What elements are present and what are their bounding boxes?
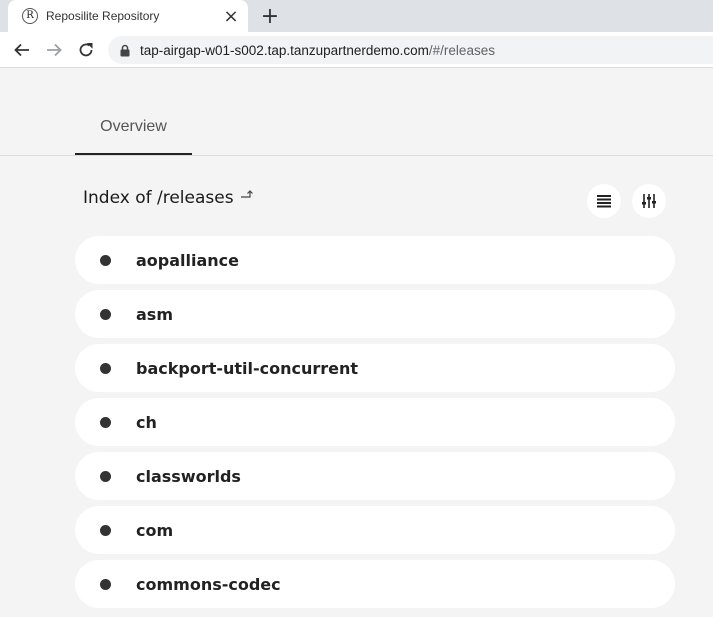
settings-button[interactable] <box>632 184 666 218</box>
url-text: tap-airgap-w01-s002.tap.tanzupartnerdemo… <box>140 43 495 58</box>
arrow-right-icon <box>47 43 62 57</box>
url-path: /#/releases <box>428 42 495 58</box>
list-item[interactable]: ch <box>75 398 675 446</box>
directory-list: aopalliance asm backport-util-concurrent… <box>75 236 675 614</box>
back-button[interactable] <box>9 37 35 63</box>
sliders-icon <box>642 194 656 208</box>
tab-overview[interactable]: Overview <box>75 108 192 155</box>
list-item-name: classworlds <box>136 466 241 486</box>
browser-toolbar: tap-airgap-w01-s002.tap.tanzupartnerdemo… <box>0 32 713 68</box>
app-tab-bar: Overview <box>0 68 713 156</box>
index-title: Index of /releases <box>83 188 254 208</box>
list-view-icon <box>597 195 611 208</box>
browser-tab-title: Reposilite Repository <box>46 9 160 23</box>
list-item-name: aopalliance <box>136 250 240 270</box>
list-item[interactable]: backport-util-concurrent <box>75 344 675 392</box>
directory-bullet-icon <box>100 254 111 266</box>
directory-bullet-icon <box>100 524 111 536</box>
new-tab-icon[interactable]: + <box>258 4 282 29</box>
list-item[interactable]: aopalliance <box>75 236 675 284</box>
reload-icon <box>79 43 93 57</box>
list-item-name: asm <box>136 304 173 324</box>
arrow-left-icon <box>14 43 29 57</box>
close-tab-icon[interactable]: × <box>222 6 240 27</box>
directory-bullet-icon <box>100 416 111 428</box>
reload-button[interactable] <box>73 37 99 63</box>
tab-overview-label: Overview <box>100 118 167 135</box>
directory-bullet-icon <box>100 362 111 374</box>
list-item[interactable]: asm <box>75 290 675 338</box>
list-item[interactable]: classworlds <box>75 452 675 500</box>
list-item-name: com <box>136 520 174 540</box>
list-item-name: ch <box>136 412 157 432</box>
reposilite-favicon-icon: R <box>22 8 38 24</box>
browser-tab[interactable]: R Reposilite Repository × <box>8 0 248 32</box>
parent-directory-arrow-icon[interactable] <box>240 189 254 199</box>
address-bar[interactable]: tap-airgap-w01-s002.tap.tanzupartnerdemo… <box>108 36 713 64</box>
list-item[interactable]: commons-codec <box>75 560 675 608</box>
lock-icon <box>120 44 130 56</box>
directory-bullet-icon <box>100 578 111 590</box>
list-view-button[interactable] <box>587 184 621 218</box>
list-item[interactable]: com <box>75 506 675 554</box>
list-item-name: commons-codec <box>136 574 281 594</box>
directory-bullet-icon <box>100 470 111 482</box>
list-item-name: backport-util-concurrent <box>136 358 359 378</box>
browser-tab-strip: R Reposilite Repository × + <box>0 0 713 32</box>
forward-button[interactable] <box>41 37 67 63</box>
directory-bullet-icon <box>100 308 111 320</box>
index-title-text: Index of /releases <box>83 188 234 208</box>
url-host: tap-airgap-w01-s002.tap.tanzupartnerdemo… <box>140 42 429 58</box>
